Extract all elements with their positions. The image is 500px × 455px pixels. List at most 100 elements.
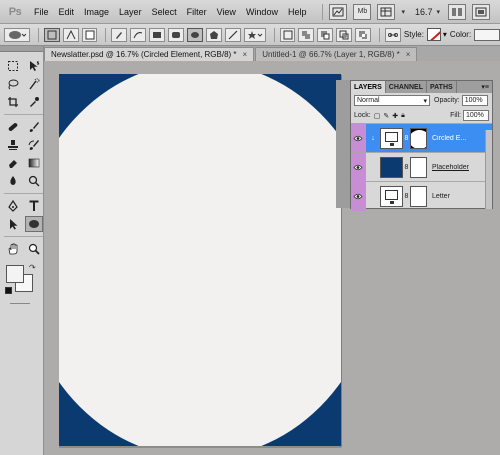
marquee-tool-icon[interactable] xyxy=(4,58,22,74)
chevron-down-icon[interactable]: ▾ xyxy=(437,8,441,16)
clone-stamp-icon[interactable] xyxy=(4,137,22,153)
layer-row-letter[interactable]: 8 Letter xyxy=(351,181,492,211)
clip-arrow-icon: ↓ xyxy=(371,134,375,142)
eye-icon[interactable] xyxy=(351,123,366,153)
menu-select[interactable]: Select xyxy=(152,7,177,17)
tab-untitled[interactable]: Untitled-1 @ 66.7% (Layer 1, RGB/8) * × xyxy=(255,47,418,61)
layer-mask-thumbnail[interactable] xyxy=(410,127,427,149)
layer-mask-thumbnail[interactable] xyxy=(410,156,427,178)
hand-tool-icon[interactable] xyxy=(4,241,22,257)
arrange-documents-icon[interactable] xyxy=(448,3,467,20)
link-icon[interactable]: 8 xyxy=(403,193,410,200)
shape-layers-icon[interactable] xyxy=(43,27,60,42)
layer-name[interactable]: Letter xyxy=(432,193,450,200)
lock-transparent-icon[interactable]: ▢ xyxy=(374,112,381,120)
color-swatch[interactable] xyxy=(474,28,500,41)
style-picker[interactable] xyxy=(426,28,441,41)
swap-colors-icon[interactable]: ↷ xyxy=(29,263,36,272)
default-colors-icon[interactable] xyxy=(5,287,12,294)
paths-icon[interactable] xyxy=(62,27,79,42)
intersect-shape-icon[interactable] xyxy=(336,27,353,42)
foreground-color-swatch[interactable] xyxy=(6,265,24,283)
menu-image[interactable]: Image xyxy=(84,7,109,17)
rounded-rectangle-icon[interactable] xyxy=(168,27,185,42)
pen-tool-icon[interactable] xyxy=(4,198,22,214)
menu-help[interactable]: Help xyxy=(288,7,307,17)
brush-tool-icon[interactable] xyxy=(25,119,43,135)
zoom-tool-icon[interactable] xyxy=(25,241,43,257)
quick-selection-icon[interactable] xyxy=(25,76,43,92)
color-swatches: ↷ xyxy=(3,263,43,299)
spot-healing-icon[interactable] xyxy=(4,119,22,135)
lock-all-icon[interactable]: 🔒︎ xyxy=(401,112,405,120)
custom-shape-icon[interactable] xyxy=(243,27,266,42)
tab-paths[interactable]: PATHS xyxy=(427,81,457,93)
ellipse-tool-icon[interactable] xyxy=(25,216,43,232)
layer-thumbnail xyxy=(380,127,403,149)
document-page[interactable] xyxy=(59,74,341,446)
layer-mask-thumbnail[interactable] xyxy=(410,185,427,207)
ellipse-shape-icon[interactable] xyxy=(187,27,203,42)
menu-bar: Ps File Edit Image Layer Select Filter V… xyxy=(0,0,500,24)
layers-scrollbar[interactable] xyxy=(485,130,492,209)
menu-edit[interactable]: Edit xyxy=(59,7,75,17)
create-new-shape-icon[interactable] xyxy=(279,27,296,42)
tab-channels[interactable]: CHANNEL xyxy=(386,81,427,93)
crop-tool-icon[interactable] xyxy=(4,94,22,110)
photoshop-logo: Ps xyxy=(8,5,22,18)
layer-name[interactable]: Circled E... xyxy=(432,135,466,142)
exclude-shape-icon[interactable] xyxy=(355,27,372,42)
tab-newsletter[interactable]: Newslatter.psd @ 16.7% (Circled Element,… xyxy=(44,47,255,61)
history-brush-icon[interactable] xyxy=(25,137,43,153)
type-tool-icon[interactable] xyxy=(25,198,43,214)
tab-layers[interactable]: LAYERS xyxy=(351,81,386,93)
layer-name[interactable]: Placeholder xyxy=(432,164,469,171)
chevron-down-icon[interactable]: ▾ xyxy=(401,8,405,16)
layer-row-circled-element[interactable]: ↓ 8 Circled E... xyxy=(351,123,492,153)
menu-filter[interactable]: Filter xyxy=(187,7,207,17)
fill-field[interactable]: 100% xyxy=(463,110,489,121)
eye-icon[interactable] xyxy=(351,181,366,211)
dodge-tool-icon[interactable] xyxy=(25,173,43,189)
add-to-shape-icon[interactable] xyxy=(298,27,315,42)
lock-image-icon[interactable]: ✎ xyxy=(383,112,389,120)
menu-window[interactable]: Window xyxy=(246,7,278,17)
blend-mode-select[interactable]: Normal ▾ xyxy=(354,95,430,106)
polygon-shape-icon[interactable] xyxy=(205,27,222,42)
rectangle-shape-icon[interactable] xyxy=(149,27,166,42)
layer-row-placeholder[interactable]: 8 Placeholder xyxy=(351,152,492,182)
subtract-shape-icon[interactable] xyxy=(317,27,334,42)
tool-preset-picker[interactable] xyxy=(4,27,30,42)
lasso-tool-icon[interactable] xyxy=(4,76,22,92)
freeform-pen-icon[interactable] xyxy=(130,27,147,42)
eye-icon[interactable] xyxy=(351,152,366,182)
opacity-field[interactable]: 100% xyxy=(461,95,488,106)
zoom-level[interactable]: 16.7 xyxy=(415,7,433,17)
blur-tool-icon[interactable] xyxy=(4,173,22,189)
menu-view[interactable]: View xyxy=(217,7,236,17)
link-icon[interactable]: 8 xyxy=(403,135,410,142)
close-icon[interactable]: × xyxy=(406,50,411,59)
link-style-icon[interactable] xyxy=(385,27,401,42)
view-extras-icon[interactable] xyxy=(377,3,396,20)
close-icon[interactable]: × xyxy=(243,50,248,59)
eyedropper-icon[interactable] xyxy=(25,94,43,110)
gradient-tool-icon[interactable] xyxy=(25,155,43,171)
panel-menu-icon[interactable]: ▾≡ xyxy=(481,81,492,93)
document-tab-bar: Newslatter.psd @ 16.7% (Circled Element,… xyxy=(44,46,500,61)
menu-file[interactable]: File xyxy=(34,7,49,17)
lock-position-icon[interactable]: ✚ xyxy=(392,112,398,120)
circled-element-shape xyxy=(59,74,341,446)
line-shape-icon[interactable] xyxy=(224,27,241,42)
move-tool-icon[interactable] xyxy=(25,58,43,74)
fill-pixels-icon[interactable] xyxy=(81,27,98,42)
path-selection-icon[interactable] xyxy=(4,216,22,232)
pen-tool-icon[interactable] xyxy=(111,27,128,42)
mini-bridge-button[interactable]: Mb xyxy=(353,3,372,20)
menu-layer[interactable]: Layer xyxy=(119,7,142,17)
bridge-icon[interactable] xyxy=(329,3,348,20)
eraser-tool-icon[interactable] xyxy=(4,155,22,171)
link-icon[interactable]: 8 xyxy=(403,164,410,171)
chevron-down-icon[interactable]: ▾ xyxy=(443,30,447,39)
screen-mode-icon[interactable] xyxy=(472,3,491,20)
